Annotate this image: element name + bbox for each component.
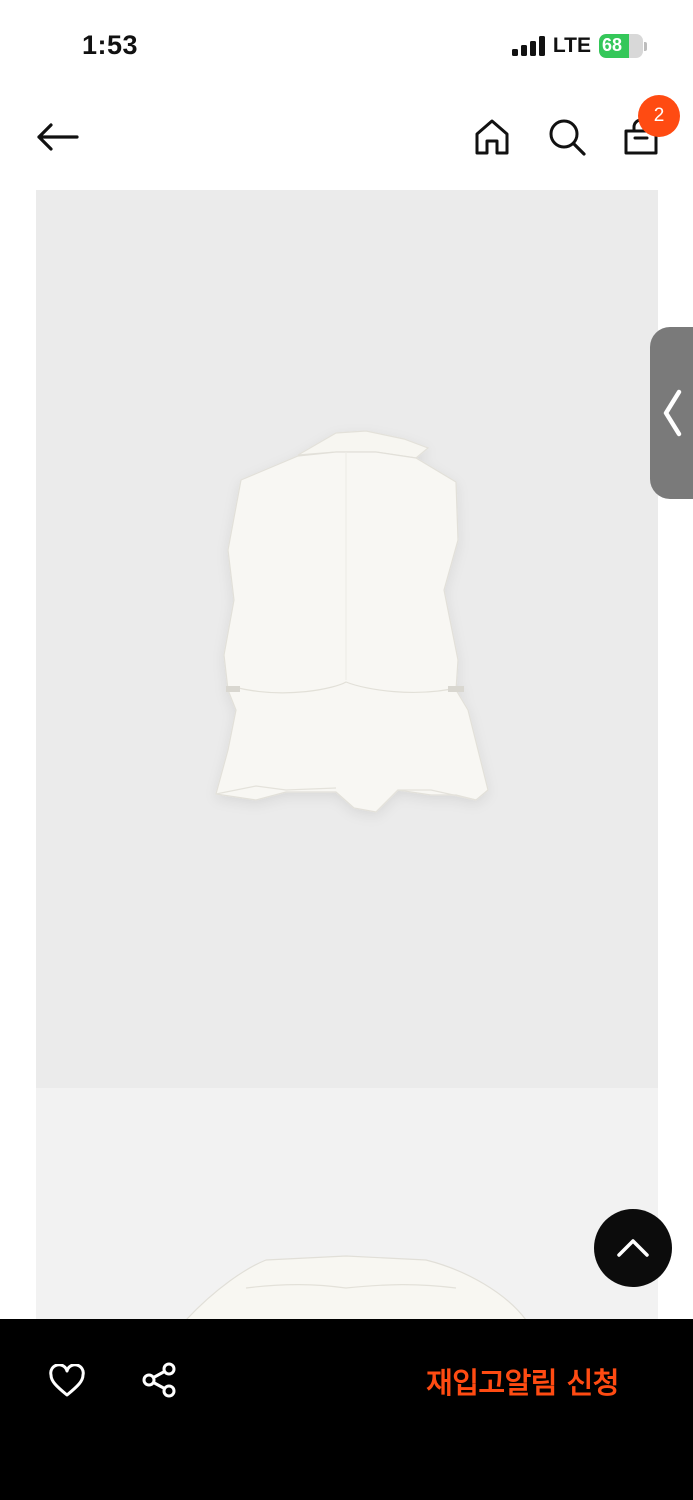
battery-icon: 68 [599, 34, 647, 58]
home-button[interactable] [470, 114, 514, 160]
search-button[interactable] [545, 114, 589, 160]
signal-icon [511, 36, 545, 56]
home-icon [475, 119, 509, 155]
search-icon [549, 119, 586, 156]
arrow-left-icon [37, 123, 79, 151]
status-bar: 1:53 LTE 68 [0, 0, 693, 92]
network-label: LTE [552, 34, 591, 57]
battery-level: 68 [602, 35, 623, 55]
wishlist-button[interactable] [46, 1361, 88, 1401]
top-nav [0, 92, 693, 184]
side-drawer-tab[interactable] [650, 327, 693, 499]
heart-icon [49, 1364, 85, 1397]
share-icon [142, 1362, 176, 1398]
share-button[interactable] [138, 1359, 180, 1401]
scroll-to-top-button[interactable] [594, 1209, 672, 1287]
status-time: 1:53 [82, 30, 139, 60]
vest-collar-image [185, 1255, 527, 1320]
product-image-main[interactable] [36, 190, 658, 1088]
back-button[interactable] [32, 114, 82, 160]
restock-alert-button[interactable]: 재입고알림 신청 [410, 1357, 635, 1405]
bottom-action-bar: 재입고알림 신청 [0, 1319, 693, 1500]
status-indicators: LTE 68 [511, 34, 647, 58]
chevron-up-icon [617, 1239, 649, 1257]
vest-back-image [215, 430, 489, 813]
product-image-detail[interactable] [36, 1088, 658, 1320]
chevron-left-icon [663, 389, 682, 437]
cart-count-badge: 2 [638, 95, 680, 137]
